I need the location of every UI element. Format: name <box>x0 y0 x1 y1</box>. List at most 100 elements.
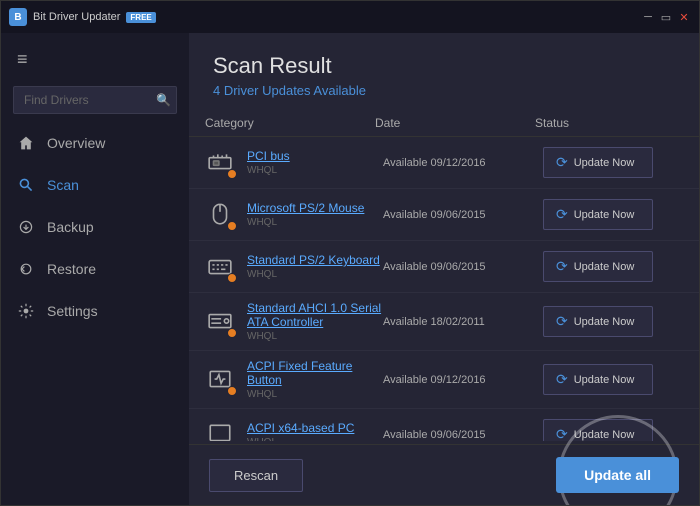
driver-whql: WHQL <box>247 165 290 176</box>
title-bar: B Bit Driver Updater FREE ─ ▭ ✕ <box>1 1 699 33</box>
driver-details: PCI bus WHQL <box>247 149 290 176</box>
update-icon: ⟳ <box>556 313 568 330</box>
content-header: Scan Result 4 Driver Updates Available <box>189 33 699 110</box>
alert-dot <box>227 328 237 338</box>
driver-date: Available 09/06/2015 <box>383 209 543 221</box>
driver-date: Available 09/12/2016 <box>383 374 543 386</box>
driver-name[interactable]: Standard AHCI 1.0 Serial ATA Controller <box>247 301 383 329</box>
app-window: B Bit Driver Updater FREE ─ ▭ ✕ ≡ 🔍 <box>0 0 700 506</box>
close-button[interactable]: ✕ <box>677 10 691 24</box>
update-btn-label: Update Now <box>574 261 635 273</box>
driver-info: Standard AHCI 1.0 Serial ATA Controller … <box>205 301 383 342</box>
main-layout: ≡ 🔍 Overview <box>1 33 699 505</box>
title-bar-logo: B Bit Driver Updater FREE <box>9 8 156 26</box>
driver-whql: WHQL <box>247 437 354 441</box>
minimize-button[interactable]: ─ <box>641 10 655 24</box>
driver-date: Available 09/06/2015 <box>383 261 543 273</box>
restore-icon <box>17 260 35 278</box>
overview-label: Overview <box>47 135 105 151</box>
driver-info: Microsoft PS/2 Mouse WHQL <box>205 199 383 231</box>
driver-rows: PCI bus WHQL Available 09/12/2016 ⟳ Upda… <box>189 137 699 441</box>
table-row: Microsoft PS/2 Mouse WHQL Available 09/0… <box>189 189 699 241</box>
driver-name[interactable]: ACPI Fixed Feature Button <box>247 359 383 387</box>
update-now-button[interactable]: ⟳ Update Now <box>543 251 653 282</box>
alert-dot <box>227 221 237 231</box>
driver-update-cell: ⟳ Update Now <box>543 199 683 230</box>
header-date: Date <box>375 116 535 130</box>
app-logo-icon: B <box>9 8 27 26</box>
sidebar-item-scan[interactable]: Scan <box>1 164 189 206</box>
update-now-button[interactable]: ⟳ Update Now <box>543 419 653 441</box>
free-badge: FREE <box>126 12 155 23</box>
table-row: Standard AHCI 1.0 Serial ATA Controller … <box>189 293 699 351</box>
sidebar-item-settings[interactable]: Settings <box>1 290 189 332</box>
table-row: PCI bus WHQL Available 09/12/2016 ⟳ Upda… <box>189 137 699 189</box>
scan-icon <box>17 176 35 194</box>
driver-icon-container <box>205 199 237 231</box>
header-status: Status <box>535 116 675 130</box>
alert-dot <box>227 169 237 179</box>
table-header: Category Date Status <box>189 110 699 137</box>
update-icon: ⟳ <box>556 154 568 171</box>
table-row: ACPI Fixed Feature Button WHQL Available… <box>189 351 699 409</box>
search-icon[interactable]: 🔍 <box>156 93 171 107</box>
driver-icon <box>205 419 235 442</box>
backup-label: Backup <box>47 219 94 235</box>
driver-details: Microsoft PS/2 Mouse WHQL <box>247 201 364 228</box>
driver-name[interactable]: Microsoft PS/2 Mouse <box>247 201 364 215</box>
update-icon: ⟳ <box>556 426 568 441</box>
driver-details: Standard AHCI 1.0 Serial ATA Controller … <box>247 301 383 342</box>
update-btn-label: Update Now <box>574 209 635 221</box>
driver-update-cell: ⟳ Update Now <box>543 419 683 441</box>
driver-icon-container <box>205 364 237 396</box>
search-input[interactable] <box>13 86 177 114</box>
update-all-button[interactable]: Update all <box>556 457 679 493</box>
update-icon: ⟳ <box>556 206 568 223</box>
update-now-button[interactable]: ⟳ Update Now <box>543 199 653 230</box>
driver-update-cell: ⟳ Update Now <box>543 251 683 282</box>
content-area: Scan Result 4 Driver Updates Available C… <box>189 33 699 505</box>
update-btn-label: Update Now <box>574 316 635 328</box>
driver-icon-container <box>205 251 237 283</box>
update-icon: ⟳ <box>556 258 568 275</box>
driver-whql: WHQL <box>247 331 383 342</box>
alert-dot <box>227 386 237 396</box>
page-title: Scan Result <box>213 53 675 79</box>
update-btn-label: Update Now <box>574 157 635 169</box>
alert-dot <box>227 273 237 283</box>
update-now-button[interactable]: ⟳ Update Now <box>543 306 653 337</box>
sidebar-item-backup[interactable]: Backup <box>1 206 189 248</box>
driver-update-cell: ⟳ Update Now <box>543 306 683 337</box>
sidebar-item-restore[interactable]: Restore <box>1 248 189 290</box>
sidebar-item-overview[interactable]: Overview <box>1 122 189 164</box>
scan-label: Scan <box>47 177 79 193</box>
update-icon: ⟳ <box>556 371 568 388</box>
driver-date: Available 18/02/2011 <box>383 316 543 328</box>
driver-icon-container <box>205 419 237 442</box>
driver-details: Standard PS/2 Keyboard WHQL <box>247 253 380 280</box>
update-btn-label: Update Now <box>574 374 635 386</box>
update-now-button[interactable]: ⟳ Update Now <box>543 147 653 178</box>
title-bar-controls: ─ ▭ ✕ <box>641 10 691 24</box>
header-category: Category <box>205 116 375 130</box>
subtitle: 4 Driver Updates Available <box>213 83 675 98</box>
table-row: ACPI x64-based PC WHQL Available 09/06/2… <box>189 409 699 441</box>
driver-details: ACPI Fixed Feature Button WHQL <box>247 359 383 400</box>
driver-info: PCI bus WHQL <box>205 147 383 179</box>
driver-name[interactable]: Standard PS/2 Keyboard <box>247 253 380 267</box>
settings-icon <box>17 302 35 320</box>
driver-date: Available 09/12/2016 <box>383 157 543 169</box>
hamburger-menu-button[interactable]: ≡ <box>1 41 189 78</box>
restore-label: Restore <box>47 261 96 277</box>
bottom-bar: Rescan Update all <box>189 444 699 505</box>
restore-button[interactable]: ▭ <box>659 10 673 24</box>
driver-whql: WHQL <box>247 389 383 400</box>
driver-details: ACPI x64-based PC WHQL <box>247 421 354 441</box>
rescan-button[interactable]: Rescan <box>209 459 303 492</box>
driver-name[interactable]: ACPI x64-based PC <box>247 421 354 435</box>
backup-icon <box>17 218 35 236</box>
driver-name[interactable]: PCI bus <box>247 149 290 163</box>
driver-info: Standard PS/2 Keyboard WHQL <box>205 251 383 283</box>
update-now-button[interactable]: ⟳ Update Now <box>543 364 653 395</box>
driver-update-cell: ⟳ Update Now <box>543 147 683 178</box>
